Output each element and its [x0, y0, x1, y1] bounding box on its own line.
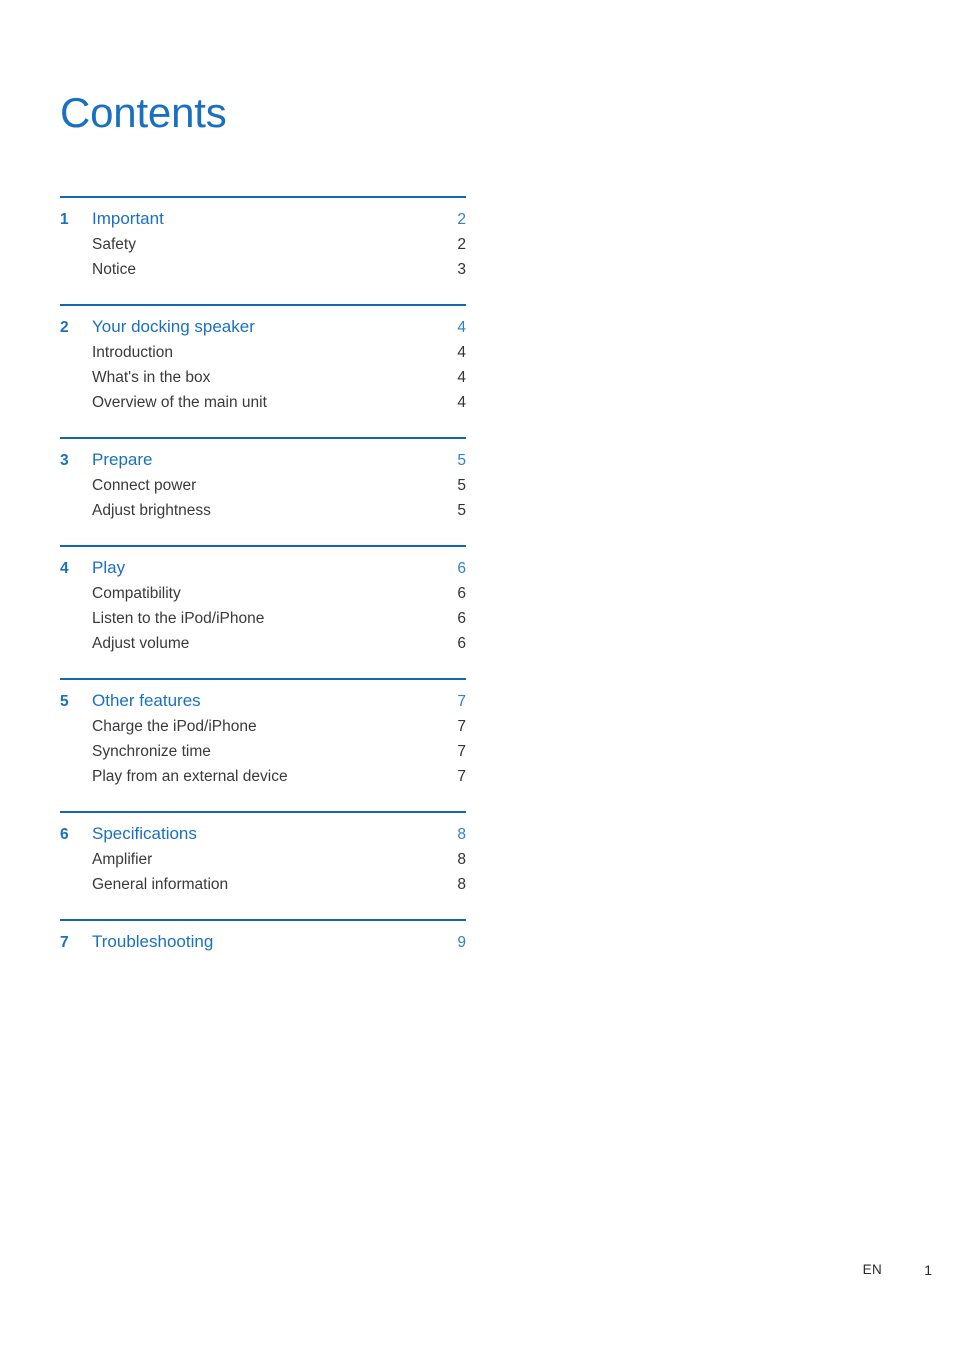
toc-group-divider: [60, 811, 466, 813]
page-footer: EN 1: [0, 1262, 954, 1286]
toc-entry-row[interactable]: General information 8: [60, 872, 466, 897]
footer-page-number: 1: [924, 1262, 932, 1278]
toc-chapter-label: Troubleshooting: [92, 932, 214, 951]
toc-chapter-page: 2: [457, 211, 466, 228]
toc-chapter-page: 9: [457, 934, 466, 951]
toc-entry-label: What's in the box: [92, 369, 211, 386]
toc-entry-label: Safety: [92, 236, 136, 253]
toc-chapter-row[interactable]: 3 Prepare 5: [60, 447, 466, 473]
table-of-contents: 1 Important 2 Safety 2 Notice 3 2 Your docking s…: [60, 196, 466, 955]
toc-chapter-page: 7: [457, 693, 466, 710]
toc-chapter-page: 8: [457, 826, 466, 843]
toc-chapter-label: Play: [92, 558, 126, 577]
toc-entry-label: Adjust brightness: [92, 502, 211, 519]
toc-chapter-row[interactable]: 5 Other features 7: [60, 688, 466, 714]
toc-entry-row[interactable]: Play from an external device 7: [60, 764, 466, 789]
toc-entry-row[interactable]: Overview of the main unit 4: [60, 390, 466, 415]
toc-entry-page: 7: [457, 743, 466, 760]
toc-chapter-row[interactable]: 4 Play 6: [60, 555, 466, 581]
toc-chapter-label: Your docking speaker: [92, 317, 255, 336]
toc-chapter-row[interactable]: 6 Specifications 8: [60, 821, 466, 847]
toc-entry-label: Amplifier: [92, 851, 153, 868]
toc-chapter-number: 6: [60, 826, 69, 843]
toc-group: 6 Specifications 8 Amplifier 8 General inform…: [60, 811, 466, 897]
toc-entry-label: Adjust volume: [92, 635, 190, 652]
toc-group-divider: [60, 545, 466, 547]
toc-chapter-page: 4: [457, 319, 466, 336]
toc-entry-label: General information: [92, 876, 229, 893]
toc-chapter-row[interactable]: 2 Your docking speaker 4: [60, 314, 466, 340]
toc-chapter-label: Important: [92, 209, 164, 228]
toc-entry-row[interactable]: Amplifier 8: [60, 847, 466, 872]
toc-entry-page: 4: [457, 369, 466, 386]
toc-group-divider: [60, 678, 466, 680]
toc-chapter-number: 4: [60, 560, 69, 577]
toc-chapter-number: 1: [60, 211, 69, 228]
toc-entry-label: Connect power: [92, 477, 197, 494]
toc-entry-page: 4: [457, 344, 466, 361]
toc-group-divider: [60, 196, 466, 198]
toc-group: 2 Your docking speaker 4 Introduction 4 What'…: [60, 304, 466, 415]
toc-entry-page: 3: [457, 261, 466, 278]
toc-entry-row[interactable]: Connect power 5: [60, 473, 466, 498]
toc-entry-page: 6: [457, 635, 466, 652]
toc-entry-label: Compatibility: [92, 585, 181, 602]
toc-entry-page: 7: [457, 718, 466, 735]
toc-entry-row[interactable]: Safety 2: [60, 232, 466, 257]
toc-chapter-number: 3: [60, 452, 69, 469]
toc-entry-page: 4: [457, 394, 466, 411]
toc-chapter-label: Specifications: [92, 824, 197, 843]
toc-chapter-page: 5: [457, 452, 466, 469]
toc-entry-label: Notice: [92, 261, 136, 278]
page-title: Contents: [60, 89, 227, 137]
toc-entry-page: 6: [457, 610, 466, 627]
toc-group-divider: [60, 919, 466, 921]
toc-chapter-label: Other features: [92, 691, 201, 710]
toc-group-divider: [60, 304, 466, 306]
toc-chapter-row[interactable]: 7 Troubleshooting 9: [60, 929, 466, 955]
toc-entry-label: Introduction: [92, 344, 173, 361]
toc-entry-row[interactable]: Adjust brightness 5: [60, 498, 466, 523]
toc-entry-page: 8: [457, 851, 466, 868]
toc-entry-page: 5: [457, 502, 466, 519]
toc-entry-page: 8: [457, 876, 466, 893]
toc-chapter-number: 5: [60, 693, 69, 710]
toc-entry-row[interactable]: Charge the iPod/iPhone 7: [60, 714, 466, 739]
toc-entry-page: 6: [457, 585, 466, 602]
toc-group: 7 Troubleshooting 9: [60, 919, 466, 955]
footer-language-code: EN: [862, 1262, 882, 1277]
toc-entry-label: Listen to the iPod/iPhone: [92, 610, 265, 627]
toc-entry-row[interactable]: Adjust volume 6: [60, 631, 466, 656]
toc-entry-page: 2: [457, 236, 466, 253]
toc-chapter-label: Prepare: [92, 450, 153, 469]
document-page: Contents 1 Important 2 Safety 2 Notice 3 2 Your …: [0, 0, 954, 1350]
toc-chapter-page: 6: [457, 560, 466, 577]
toc-entry-label: Play from an external device: [92, 768, 288, 785]
toc-entry-label: Synchronize time: [92, 743, 211, 760]
toc-entry-label: Overview of the main unit: [92, 394, 267, 411]
toc-group: 4 Play 6 Compatibility 6 Listen to the iPod/i…: [60, 545, 466, 656]
toc-group-divider: [60, 437, 466, 439]
toc-entry-row[interactable]: Compatibility 6: [60, 581, 466, 606]
toc-entry-row[interactable]: Introduction 4: [60, 340, 466, 365]
toc-group: 3 Prepare 5 Connect power 5 Adjust brightness…: [60, 437, 466, 523]
toc-entry-label: Charge the iPod/iPhone: [92, 718, 257, 735]
toc-chapter-number: 2: [60, 319, 69, 336]
toc-chapter-number: 7: [60, 934, 69, 951]
toc-entry-page: 7: [457, 768, 466, 785]
toc-group: 1 Important 2 Safety 2 Notice 3: [60, 196, 466, 282]
toc-entry-row[interactable]: Synchronize time 7: [60, 739, 466, 764]
toc-entry-row[interactable]: Notice 3: [60, 257, 466, 282]
toc-entry-row[interactable]: Listen to the iPod/iPhone 6: [60, 606, 466, 631]
toc-entry-page: 5: [457, 477, 466, 494]
toc-group: 5 Other features 7 Charge the iPod/iPhone 7 S…: [60, 678, 466, 789]
toc-entry-row[interactable]: What's in the box 4: [60, 365, 466, 390]
toc-chapter-row[interactable]: 1 Important 2: [60, 206, 466, 232]
